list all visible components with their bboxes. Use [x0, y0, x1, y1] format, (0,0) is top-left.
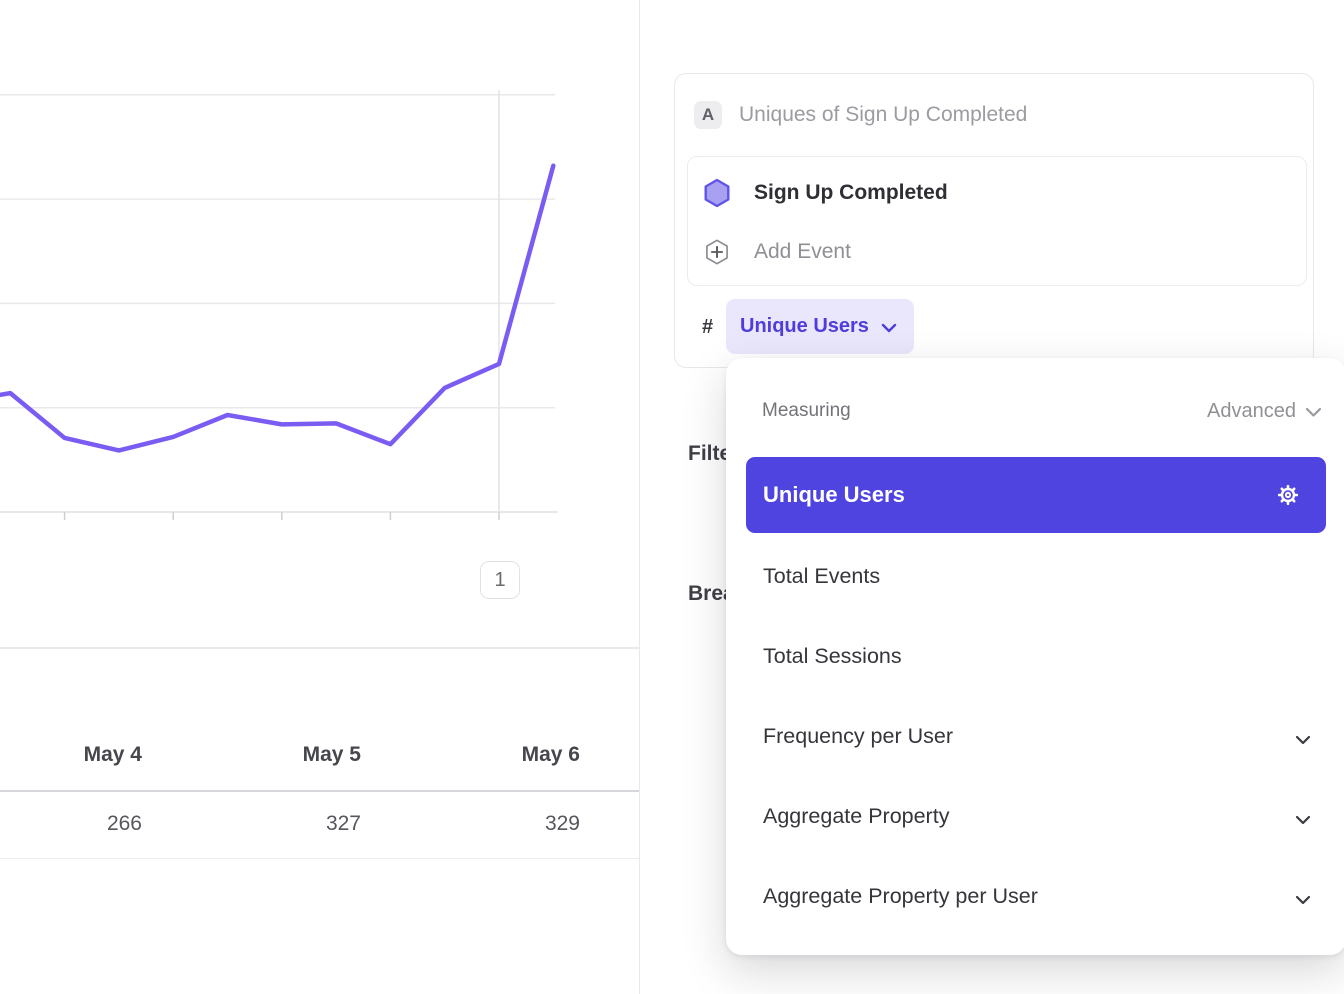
table-value-cell[interactable]: 327: [144, 791, 363, 857]
menu-item-total-events[interactable]: Total Events: [746, 536, 1326, 616]
menu-item-label: Total Sessions: [763, 616, 902, 696]
measure-dropdown-chip[interactable]: Unique Users: [726, 299, 914, 354]
chevron-down-icon: [1305, 407, 1322, 418]
chart-pane: May 22May 24May 26May 28May 30 1 May 4 M…: [0, 0, 639, 994]
chevron-down-icon: [881, 323, 897, 333]
divider: [0, 647, 639, 649]
chevron-down-icon: [1295, 732, 1311, 750]
menu-item-label: Unique Users: [763, 457, 905, 533]
menu-item-label: Total Events: [763, 536, 880, 616]
plus-hexagon-icon: [703, 238, 731, 266]
series-title: Uniques of Sign Up Completed: [739, 101, 1027, 129]
analytics-insights-screen: May 22May 24May 26May 28May 30 1 May 4 M…: [0, 0, 1344, 994]
gear-icon[interactable]: [1276, 483, 1300, 507]
advanced-toggle-label: Advanced: [1207, 400, 1296, 423]
menu-item-label: Aggregate Property: [763, 776, 949, 856]
table-header-cell: May 6: [363, 722, 582, 788]
measure-chip-label: Unique Users: [740, 315, 869, 338]
measuring-menu-title: Measuring: [762, 391, 851, 431]
chart-page-badge[interactable]: 1: [480, 561, 520, 599]
event-row[interactable]: Sign Up Completed: [688, 165, 1306, 221]
query-builder-pane: Filter Breakdown A Uniques of Sign Up Co…: [640, 0, 1344, 994]
chevron-down-icon: [1295, 892, 1311, 910]
table-header-cell: May 5: [144, 722, 363, 788]
event-card: Sign Up Completed Add Event: [687, 156, 1307, 286]
measuring-menu: Measuring Advanced Unique Users: [726, 358, 1344, 955]
menu-item-aggregate-property-per-user[interactable]: Aggregate Property per User: [746, 856, 1326, 936]
table-row: 266 327 329: [0, 791, 639, 857]
event-name: Sign Up Completed: [754, 178, 948, 208]
chevron-down-icon: [1295, 812, 1311, 830]
divider: [0, 858, 639, 859]
menu-item-total-sessions[interactable]: Total Sessions: [746, 616, 1326, 696]
menu-item-label: Aggregate Property per User: [763, 856, 1038, 936]
menu-item-frequency-per-user[interactable]: Frequency per User: [746, 696, 1326, 776]
add-event-label: Add Event: [754, 238, 851, 266]
measuring-menu-header: Measuring Advanced: [726, 391, 1344, 431]
line-chart[interactable]: May 22May 24May 26May 28May 30: [0, 0, 639, 520]
table-header-cell: May 4: [0, 722, 144, 788]
hexagon-icon: [702, 178, 732, 208]
add-event-button[interactable]: Add Event: [688, 223, 1306, 279]
table-value-cell[interactable]: 266: [0, 791, 144, 857]
table-header-row: May 4 May 5 May 6: [0, 722, 639, 788]
table-value-cell[interactable]: 329: [363, 791, 582, 857]
menu-item-label: Frequency per User: [763, 696, 953, 776]
metric-card: A Uniques of Sign Up Completed Sign Up C…: [674, 73, 1314, 368]
measure-prefix: #: [702, 313, 713, 341]
menu-item-unique-users[interactable]: Unique Users: [746, 457, 1326, 533]
advanced-toggle[interactable]: Advanced: [1207, 391, 1322, 431]
menu-item-aggregate-property[interactable]: Aggregate Property: [746, 776, 1326, 856]
series-badge[interactable]: A: [694, 101, 722, 129]
